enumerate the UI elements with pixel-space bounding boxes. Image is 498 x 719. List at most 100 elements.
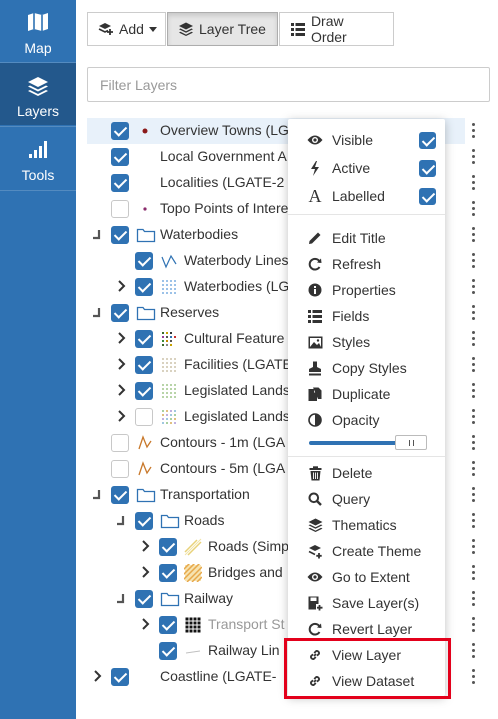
layer-options-icon[interactable] <box>469 643 479 659</box>
highlight-box <box>284 638 451 699</box>
layer-options-icon[interactable] <box>469 565 479 581</box>
menu-item-label: Opacity <box>332 412 380 428</box>
layer-checkbox[interactable] <box>111 486 129 504</box>
nav-map[interactable]: Map <box>0 0 76 62</box>
layer-options-icon[interactable] <box>469 435 479 451</box>
layer-checkbox[interactable] <box>111 434 129 452</box>
layer-checkbox[interactable] <box>159 642 177 660</box>
layer-checkbox[interactable] <box>135 382 153 400</box>
layer-checkbox[interactable] <box>135 356 153 374</box>
layer-checkbox[interactable] <box>159 564 177 582</box>
layer-options-icon[interactable] <box>469 305 479 321</box>
layer-options-icon[interactable] <box>469 591 479 607</box>
collapse-icon[interactable] <box>116 514 126 526</box>
menu-item-fields[interactable]: Fields <box>288 303 445 329</box>
nav-divider <box>0 190 76 191</box>
menu-item-active[interactable]: Active <box>288 155 445 181</box>
chevron-right-icon[interactable] <box>117 357 127 371</box>
layer-tree-tab[interactable]: Layer Tree <box>167 12 278 46</box>
collapse-icon[interactable] <box>92 306 102 318</box>
opacity-slider-handle[interactable] <box>395 435 427 450</box>
layer-checkbox[interactable] <box>135 590 153 608</box>
layer-checkbox[interactable] <box>111 148 129 166</box>
layer-checkbox[interactable] <box>135 278 153 296</box>
visible-checkbox[interactable] <box>419 132 436 149</box>
layer-options-icon[interactable] <box>469 279 479 295</box>
collapse-icon[interactable] <box>92 228 102 240</box>
layer-checkbox[interactable] <box>111 200 129 218</box>
layer-options-icon[interactable] <box>469 201 479 217</box>
menu-item-opacity[interactable]: Opacity <box>288 407 445 433</box>
layer-options-icon[interactable] <box>469 357 479 373</box>
chevron-right-icon[interactable] <box>141 539 151 553</box>
layer-options-icon[interactable] <box>469 539 479 555</box>
menu-item-label: Save Layer(s) <box>332 595 420 611</box>
layer-checkbox[interactable] <box>135 408 153 426</box>
point-icon <box>136 200 154 218</box>
active-checkbox[interactable] <box>419 160 436 177</box>
menu-item-thematics[interactable]: Thematics <box>288 512 445 538</box>
add-button[interactable]: Add <box>87 12 166 46</box>
filter-layers-input[interactable] <box>87 67 490 102</box>
layer-options-icon[interactable] <box>469 513 479 529</box>
collapse-icon[interactable] <box>92 488 102 500</box>
layer-options-icon[interactable] <box>469 409 479 425</box>
layer-options-icon[interactable] <box>469 149 479 165</box>
layer-label: Railway <box>184 590 234 606</box>
layer-label: Facilities (LGATE <box>184 356 292 372</box>
menu-item-copy-styles[interactable]: Copy Styles <box>288 355 445 381</box>
menu-item-label: Labelled <box>332 188 385 204</box>
nav-layers-label: Layers <box>16 103 60 119</box>
menu-item-refresh[interactable]: Refresh <box>288 251 445 277</box>
layer-checkbox[interactable] <box>111 304 129 322</box>
layer-checkbox[interactable] <box>111 668 129 686</box>
chevron-right-icon[interactable] <box>141 565 151 579</box>
menu-item-properties[interactable]: Properties <box>288 277 445 303</box>
layer-checkbox[interactable] <box>111 460 129 478</box>
layer-options-icon[interactable] <box>469 331 479 347</box>
menu-item-delete[interactable]: Delete <box>288 460 445 486</box>
menu-item-duplicate[interactable]: Duplicate <box>288 381 445 407</box>
layer-options-icon[interactable] <box>469 175 479 191</box>
chevron-right-icon[interactable] <box>117 409 127 423</box>
menu-item-go-to-extent[interactable]: Go to Extent <box>288 564 445 590</box>
menu-item-visible[interactable]: Visible <box>288 127 445 153</box>
draw-order-tab[interactable]: Draw Order <box>279 12 394 46</box>
layer-checkbox[interactable] <box>111 122 129 140</box>
layer-checkbox[interactable] <box>135 252 153 270</box>
layer-checkbox[interactable] <box>159 538 177 556</box>
chevron-right-icon[interactable] <box>117 279 127 293</box>
opacity-slider-track[interactable] <box>309 441 409 445</box>
layer-checkbox[interactable] <box>135 330 153 348</box>
layer-label: Overview Towns (LG <box>160 122 289 138</box>
collapse-icon[interactable] <box>116 592 126 604</box>
layer-options-icon[interactable] <box>469 123 479 139</box>
menu-item-edit-title[interactable]: Edit Title <box>288 225 445 251</box>
layer-options-icon[interactable] <box>469 461 479 477</box>
nav-tools[interactable]: Tools <box>0 127 76 189</box>
menu-item-create-theme[interactable]: Create Theme <box>288 538 445 564</box>
menu-item-save-layer-s[interactable]: Save Layer(s) <box>288 590 445 616</box>
layer-options-icon[interactable] <box>469 253 479 269</box>
nav-layers[interactable]: Layers <box>0 63 76 125</box>
layer-checkbox[interactable] <box>135 512 153 530</box>
layer-options-icon[interactable] <box>469 487 479 503</box>
layer-options-icon[interactable] <box>469 383 479 399</box>
layer-options-icon[interactable] <box>469 669 479 685</box>
chevron-right-icon[interactable] <box>117 331 127 345</box>
labelled-checkbox[interactable] <box>419 188 436 205</box>
layer-options-icon[interactable] <box>469 617 479 633</box>
layer-options-icon[interactable] <box>469 227 479 243</box>
layer-checkbox[interactable] <box>111 226 129 244</box>
menu-item-label: Styles <box>332 334 371 350</box>
folder-icon <box>160 590 180 608</box>
chevron-right-icon[interactable] <box>93 669 103 683</box>
layer-checkbox[interactable] <box>159 616 177 634</box>
layer-checkbox[interactable] <box>111 174 129 192</box>
menu-item-labelled[interactable]: A Labelled <box>288 183 445 209</box>
menu-item-label: Copy Styles <box>332 360 407 376</box>
chevron-right-icon[interactable] <box>117 383 127 397</box>
chevron-right-icon[interactable] <box>141 617 151 631</box>
menu-item-query[interactable]: Query <box>288 486 445 512</box>
menu-item-styles[interactable]: Styles <box>288 329 445 355</box>
